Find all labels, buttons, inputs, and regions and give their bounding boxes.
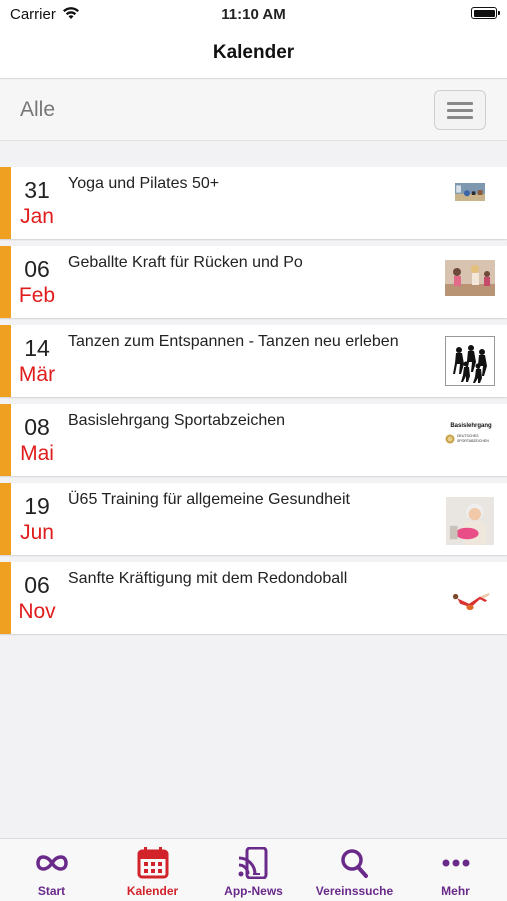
infinity-icon [36,855,68,871]
tab-label: Vereinssuche [315,884,394,898]
sportabzeichen-emblem: DEUTSCHES SPORTABZEICHEN [445,434,497,444]
event-item[interactable]: 06 Nov Sanfte Kräftigung mit dem Redondo… [0,562,507,634]
tab-label: Kalender [126,884,179,898]
event-day: 06 [24,572,50,598]
battery-icon [471,7,500,19]
filter-bar: Alle [0,80,507,141]
search-icon [341,849,368,878]
tab-bar: Start Kalender App-News Vereinssuche Meh… [0,838,507,901]
status-bar: Carrier 11:10 AM [0,0,507,30]
thumbnail-subtext: DEUTSCHES SPORTABZEICHEN [457,434,489,443]
news-feed-icon [238,847,268,879]
event-month: Jan [20,205,54,228]
tab-label: Mehr [441,884,470,898]
event-item[interactable]: 31 Jan Yoga und Pilates 50+ [0,167,507,239]
event-day: 06 [24,256,50,282]
event-day: 14 [24,335,50,361]
event-item[interactable]: 08 Mai Basislehrgang Sportabzeichen Basi… [0,404,507,476]
event-month: Mär [18,363,56,386]
event-title: Ü65 Training für allgemeine Gesundheit [68,491,350,508]
event-list: 31 Jan Yoga und Pilates 50+ 06 Feb Gebal… [0,167,507,641]
hamburger-icon-line [447,102,473,105]
redondoball-exercise-thumbnail [447,584,493,620]
dancers-silhouette-thumbnail [445,336,495,386]
event-title: Geballte Kraft für Rücken und Po [68,254,303,271]
tab-label: Start [37,884,66,898]
event-month: Feb [18,284,56,307]
filter-selected-label[interactable]: Alle [20,98,55,122]
more-dots-icon [442,859,470,867]
tab-app-news[interactable]: App-News [203,839,304,901]
event-title: Tanzen zum Entspannen - Tanzen neu erleb… [68,333,399,350]
event-day: 31 [24,177,50,203]
event-title: Sanfte Kräftigung mit dem Redondoball [68,570,348,587]
hamburger-icon-line [447,116,473,119]
hamburger-icon-line [447,109,473,112]
calendar-icon [137,847,169,879]
gym-class-photo-thumbnail [445,260,495,296]
event-item[interactable]: 19 Jun Ü65 Training für allgemeine Gesun… [0,483,507,555]
event-month: Nov [18,600,56,623]
yoga-photo-thumbnail [455,183,485,201]
tab-mehr[interactable]: Mehr [405,839,506,901]
event-item[interactable]: 06 Feb Geballte Kraft für Rücken und Po [0,246,507,318]
tab-label: App-News [224,884,283,898]
event-month: Mai [20,442,54,465]
thumbnail-text: Basislehrgang [450,423,492,429]
event-title: Yoga und Pilates 50+ [68,175,220,192]
medal-icon [445,434,455,444]
event-day: 19 [24,493,50,519]
event-item[interactable]: 14 Mär Tanzen zum Entspannen - Tanzen ne… [0,325,507,397]
tab-kalender[interactable]: Kalender [102,839,203,901]
page-title: Kalender [212,42,295,63]
sportabzeichen-logo-thumbnail: Basislehrgang DEUTSCHES SPORTABZEICHEN [445,422,497,462]
tab-vereinssuche[interactable]: Vereinssuche [304,839,405,901]
navigation-bar: Kalender [0,30,507,79]
status-time: 11:10 AM [221,6,286,23]
senior-woman-photo-thumbnail [446,497,494,545]
filter-menu-button[interactable] [434,90,486,130]
event-day: 08 [24,414,50,440]
event-title: Basislehrgang Sportabzeichen [68,412,286,429]
event-month: Jun [20,521,54,544]
tab-start[interactable]: Start [1,839,102,901]
